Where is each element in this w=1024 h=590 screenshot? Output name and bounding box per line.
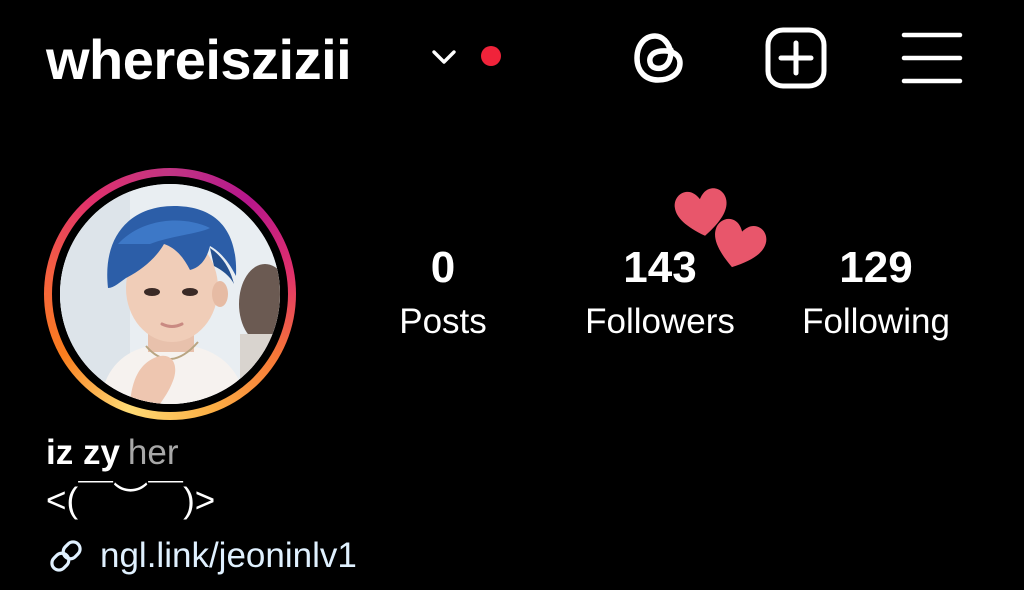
bio-name-row: iz zy her: [46, 430, 179, 476]
story-ring[interactable]: [44, 168, 296, 420]
bio-link[interactable]: ngl.link/jeoninlv1: [100, 533, 357, 579]
posts-stat[interactable]: 0 Posts: [378, 240, 508, 348]
hamburger-menu-icon: [901, 32, 963, 84]
threads-icon: [634, 33, 683, 83]
link-icon: [50, 540, 82, 572]
bio-text: <(￣︶￣)>: [46, 481, 216, 520]
following-count: 129: [839, 243, 913, 292]
followers-label: Followers: [585, 302, 735, 341]
profile-username[interactable]: whereiszizii: [46, 22, 352, 98]
avatar: [60, 184, 280, 404]
create-button[interactable]: [764, 26, 828, 90]
following-stat[interactable]: 129 Following: [776, 240, 976, 348]
menu-button[interactable]: [900, 26, 964, 90]
hearts-sticker-icon: [674, 188, 767, 268]
posts-count: 0: [430, 243, 456, 292]
notification-dot: [481, 46, 501, 66]
avatar-ring-gap: [52, 176, 288, 412]
posts-label: Posts: [399, 302, 487, 341]
bio-link-row[interactable]: ngl.link/jeoninlv1: [46, 533, 357, 579]
threads-button[interactable]: [627, 26, 691, 90]
display-name: iz zy: [46, 433, 120, 472]
following-label: Following: [802, 302, 950, 341]
pronouns: her: [127, 433, 179, 472]
avatar-portrait: [60, 184, 280, 404]
plus-square-icon: [765, 27, 827, 89]
chevron-down-icon[interactable]: [430, 46, 458, 68]
